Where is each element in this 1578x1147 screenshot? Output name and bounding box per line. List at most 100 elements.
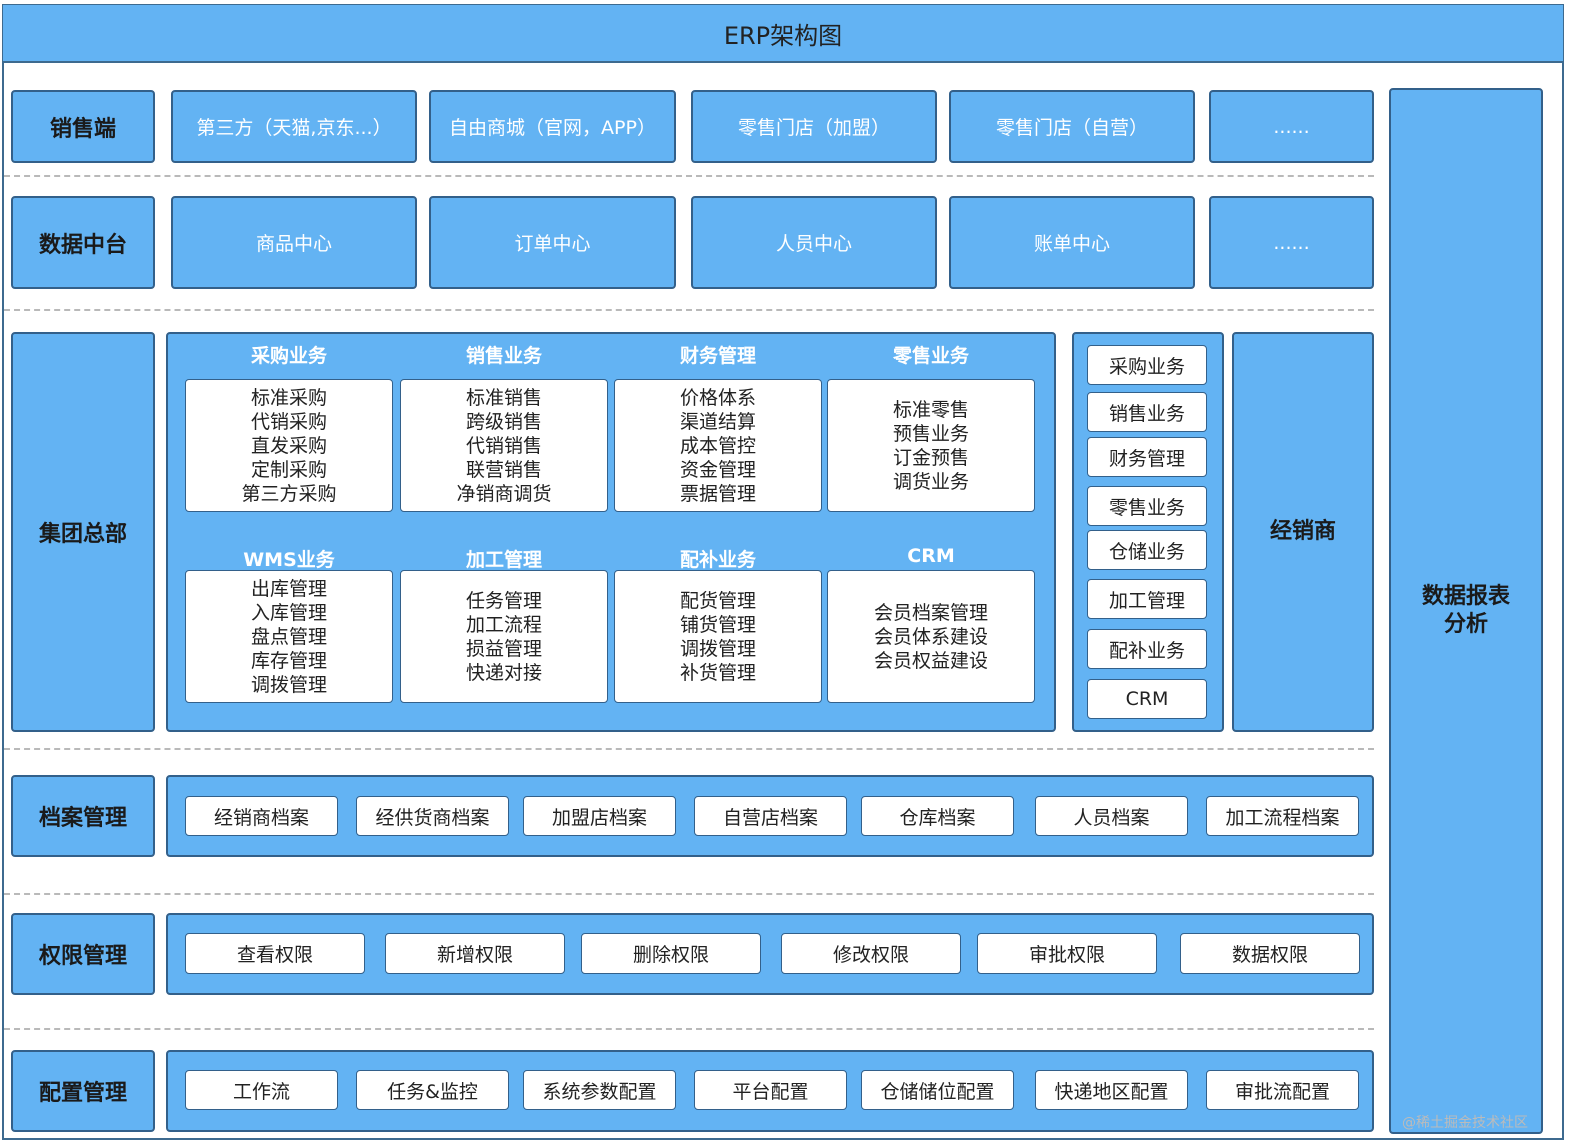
archive-item: 仓库档案 [861,796,1014,836]
permission-item: 查看权限 [185,933,365,974]
module-item: 调拨管理 [679,637,756,660]
module-item: 标准销售 [465,386,542,409]
module-title-finance: 财务管理 [679,345,756,367]
module-item: 联营销售 [465,458,542,481]
dealer-module-item: 零售业务 [1087,486,1207,526]
module-box-processing: 任务管理 加工流程 损益管理 快递对接 [400,570,608,703]
module-item: 快递对接 [465,661,542,684]
data-center-cell: 商品中心 [171,196,417,289]
archive-item: 加工流程档案 [1206,796,1359,836]
dealer-module-item: 销售业务 [1087,392,1207,432]
dealer-label: 经销商 [1232,332,1374,732]
sales-channel-cell: 自由商城（官网，APP） [429,90,676,163]
config-item: 平台配置 [694,1070,847,1110]
permission-item: 审批权限 [977,933,1157,974]
data-center-cell: 账单中心 [949,196,1195,289]
row-divider [4,893,1374,895]
archive-item: 经供货商档案 [356,796,509,836]
data-center-cell: 人员中心 [691,196,937,289]
module-item: 会员档案管理 [873,601,988,624]
module-item: 净销商调货 [456,482,552,505]
diagram-title: ERP架构图 [3,5,1563,63]
archive-item: 自营店档案 [694,796,847,836]
report-label-line1: 数据报表 [1421,584,1510,609]
module-box-wms: 出库管理 入库管理 盘点管理 库存管理 调拨管理 [185,570,393,703]
module-item: 第三方采购 [241,482,337,505]
row-divider [4,309,1374,311]
sales-channel-cell-more: ...... [1209,90,1374,163]
module-item: 票据管理 [679,482,756,505]
config-item: 系统参数配置 [523,1070,676,1110]
module-item: 价格体系 [679,386,756,409]
archive-item: 加盟店档案 [523,796,676,836]
module-box-retail: 标准零售 预售业务 订金预售 调货业务 [827,379,1035,512]
dealer-module-item: 仓储业务 [1087,530,1207,570]
module-item: 标准零售 [892,398,969,421]
dealer-module-item: 配补业务 [1087,629,1207,669]
module-item: 配货管理 [679,589,756,612]
watermark: @稀土掘金技术社区 [1402,1115,1528,1131]
module-item: 直发采购 [250,434,327,457]
data-center-cell-more: ...... [1209,196,1374,289]
module-item: 渠道结算 [679,410,756,433]
row-label-config: 配置管理 [11,1050,155,1132]
module-item: 调拨管理 [250,673,327,696]
module-item: 成本管控 [679,434,756,457]
dealer-module-item: 财务管理 [1087,437,1207,477]
module-item: 会员体系建设 [873,625,988,648]
module-box-purchase: 标准采购 代销采购 直发采购 定制采购 第三方采购 [185,379,393,512]
module-item: 盘点管理 [250,625,327,648]
config-item: 仓储储位配置 [861,1070,1014,1110]
module-item: 订金预售 [892,446,969,469]
module-item: 补货管理 [679,661,756,684]
config-item: 审批流配置 [1206,1070,1359,1110]
sales-channel-cell: 零售门店（加盟） [691,90,937,163]
config-item: 工作流 [185,1070,338,1110]
config-item: 快递地区配置 [1035,1070,1188,1110]
module-item: 调货业务 [892,470,969,493]
module-item: 标准采购 [250,386,327,409]
sales-channel-cell: 零售门店（自营） [949,90,1195,163]
row-label-permission: 权限管理 [11,913,155,995]
data-center-cell: 订单中心 [429,196,676,289]
module-title-processing: 加工管理 [465,549,542,571]
permission-item: 数据权限 [1180,933,1360,974]
module-item: 预售业务 [892,422,969,445]
module-item: 定制采购 [250,458,327,481]
module-item: 任务管理 [465,589,542,612]
row-divider [4,175,1374,177]
module-box-crm: 会员档案管理 会员体系建设 会员权益建设 [827,570,1035,703]
module-title-sales: 销售业务 [465,345,542,367]
dealer-module-item: 加工管理 [1087,579,1207,619]
archive-item: 经销商档案 [185,796,338,836]
row-label-sales: 销售端 [11,90,155,163]
module-item: 加工流程 [465,613,542,636]
permission-item: 删除权限 [581,933,761,974]
config-item: 任务&监控 [356,1070,509,1110]
module-box-finance: 价格体系 渠道结算 成本管控 资金管理 票据管理 [614,379,822,512]
module-item: 入库管理 [250,601,327,624]
module-box-replenish: 配货管理 铺货管理 调拨管理 补货管理 [614,570,822,703]
report-label-line2: 分析 [1443,612,1488,637]
module-item: 库存管理 [250,649,327,672]
row-label-data-center: 数据中台 [11,196,155,289]
module-item: 出库管理 [250,577,327,600]
module-title-crm: CRM [907,545,955,567]
dealer-module-item: CRM [1087,679,1207,719]
module-item: 损益管理 [465,637,542,660]
module-item: 资金管理 [679,458,756,481]
row-label-hq: 集团总部 [11,332,155,732]
module-item: 代销销售 [465,434,542,457]
archive-item: 人员档案 [1035,796,1188,836]
module-title-replenish: 配补业务 [679,549,756,571]
row-label-archive: 档案管理 [11,775,155,857]
module-title-wms: WMS业务 [243,549,335,571]
module-item: 会员权益建设 [873,649,988,672]
module-box-sales: 标准销售 跨级销售 代销销售 联营销售 净销商调货 [400,379,608,512]
module-title-purchase: 采购业务 [250,345,327,367]
permission-item: 修改权限 [781,933,961,974]
report-analysis-column: 数据报表 分析 [1389,88,1543,1134]
module-item: 跨级销售 [465,410,542,433]
row-divider [4,748,1374,750]
row-divider [4,1028,1374,1030]
